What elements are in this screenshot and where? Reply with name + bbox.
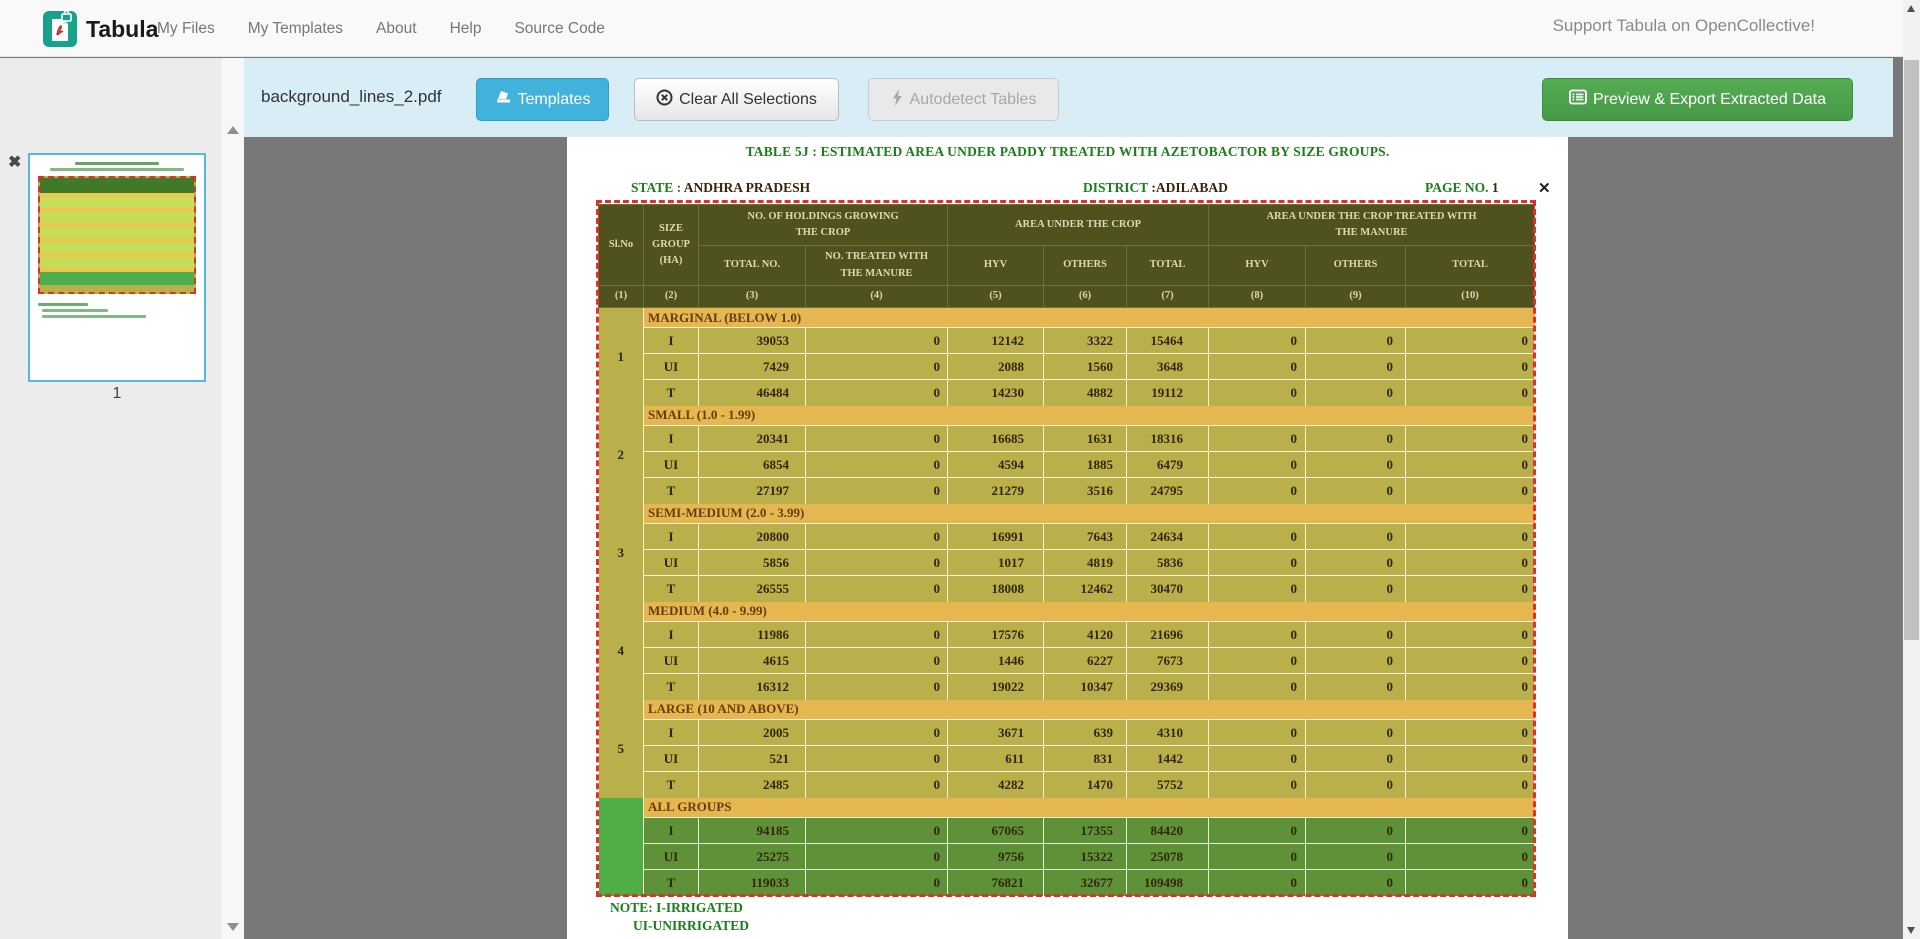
nav-links: My Files My Templates About Help Source …: [157, 0, 605, 57]
navbar: Tabula My Files My Templates About Help …: [0, 0, 1903, 57]
page-no-text: PAGE NO. 1: [1425, 180, 1499, 196]
pdf-note-line2: UI-UNIRRIGATED: [633, 918, 749, 934]
clear-all-selections-label: Clear All Selections: [679, 91, 817, 109]
page-thumbnail[interactable]: [28, 153, 206, 382]
thumb-note-line: [42, 315, 146, 318]
thumbnail-mini-table: [38, 176, 196, 294]
sidebar-scroll-down-icon[interactable]: [227, 923, 239, 931]
nav-link-my-files[interactable]: My Files: [157, 20, 215, 38]
scroll-down-icon[interactable]: [1907, 927, 1915, 934]
thumbnail-close-icon[interactable]: ✖: [8, 152, 21, 172]
pdf-note-line1: NOTE: I-IRRIGATED: [610, 900, 743, 916]
pdf-filename: background_lines_2.pdf: [261, 87, 442, 107]
district-text: DISTRICT :ADILABAD: [1083, 180, 1228, 196]
sidebar: ✖ 1: [0, 58, 222, 939]
sidebar-scrollbar[interactable]: [222, 58, 244, 939]
nav-link-my-templates[interactable]: My Templates: [248, 20, 343, 38]
nav-link-about[interactable]: About: [376, 20, 417, 38]
preview-export-label: Preview & Export Extracted Data: [1593, 91, 1826, 109]
list-alt-icon: [1569, 89, 1587, 110]
nav-link-source-code[interactable]: Source Code: [514, 20, 604, 38]
thumb-title-line: [75, 162, 159, 165]
autodetect-tables-label: Autodetect Tables: [910, 91, 1037, 109]
save-file-icon: [495, 89, 512, 110]
templates-button[interactable]: Templates: [476, 78, 609, 121]
main-area: background_lines_2.pdf Templates Clear A…: [244, 58, 1903, 939]
table-selection-box[interactable]: [596, 200, 1536, 897]
circle-x-icon: [656, 89, 673, 111]
thumb-note-line: [42, 309, 108, 312]
thumbnail-page-number: 1: [28, 385, 206, 403]
thumb-note-line: [38, 303, 88, 306]
nav-link-help[interactable]: Help: [450, 20, 482, 38]
pdf-table-title: TABLE 5J : ESTIMATED AREA UNDER PADDY TR…: [567, 144, 1568, 160]
state-text: STATE : ANDHRA PRADESH: [631, 180, 810, 196]
templates-button-label: Templates: [518, 91, 591, 109]
sidebar-scroll-up-icon[interactable]: [227, 126, 239, 134]
brand[interactable]: Tabula: [43, 11, 158, 47]
lightning-icon: [891, 89, 904, 111]
support-link[interactable]: Support Tabula on OpenCollective!: [1553, 16, 1815, 36]
thumb-title-line: [50, 168, 184, 171]
brand-name: Tabula: [86, 16, 158, 43]
preview-export-button[interactable]: Preview & Export Extracted Data: [1542, 78, 1853, 121]
window-scrollbar[interactable]: [1903, 0, 1920, 939]
scroll-up-icon[interactable]: [1907, 5, 1915, 12]
autodetect-tables-button[interactable]: Autodetect Tables: [868, 78, 1059, 121]
pdf-page[interactable]: TABLE 5J : ESTIMATED AREA UNDER PADDY TR…: [567, 137, 1568, 939]
selection-close-icon[interactable]: ✕: [1538, 179, 1551, 197]
tabula-logo-icon: [43, 11, 77, 47]
clear-all-selections-button[interactable]: Clear All Selections: [634, 78, 839, 121]
scrollbar-thumb[interactable]: [1904, 60, 1919, 640]
toolbar: background_lines_2.pdf Templates Clear A…: [244, 58, 1893, 137]
